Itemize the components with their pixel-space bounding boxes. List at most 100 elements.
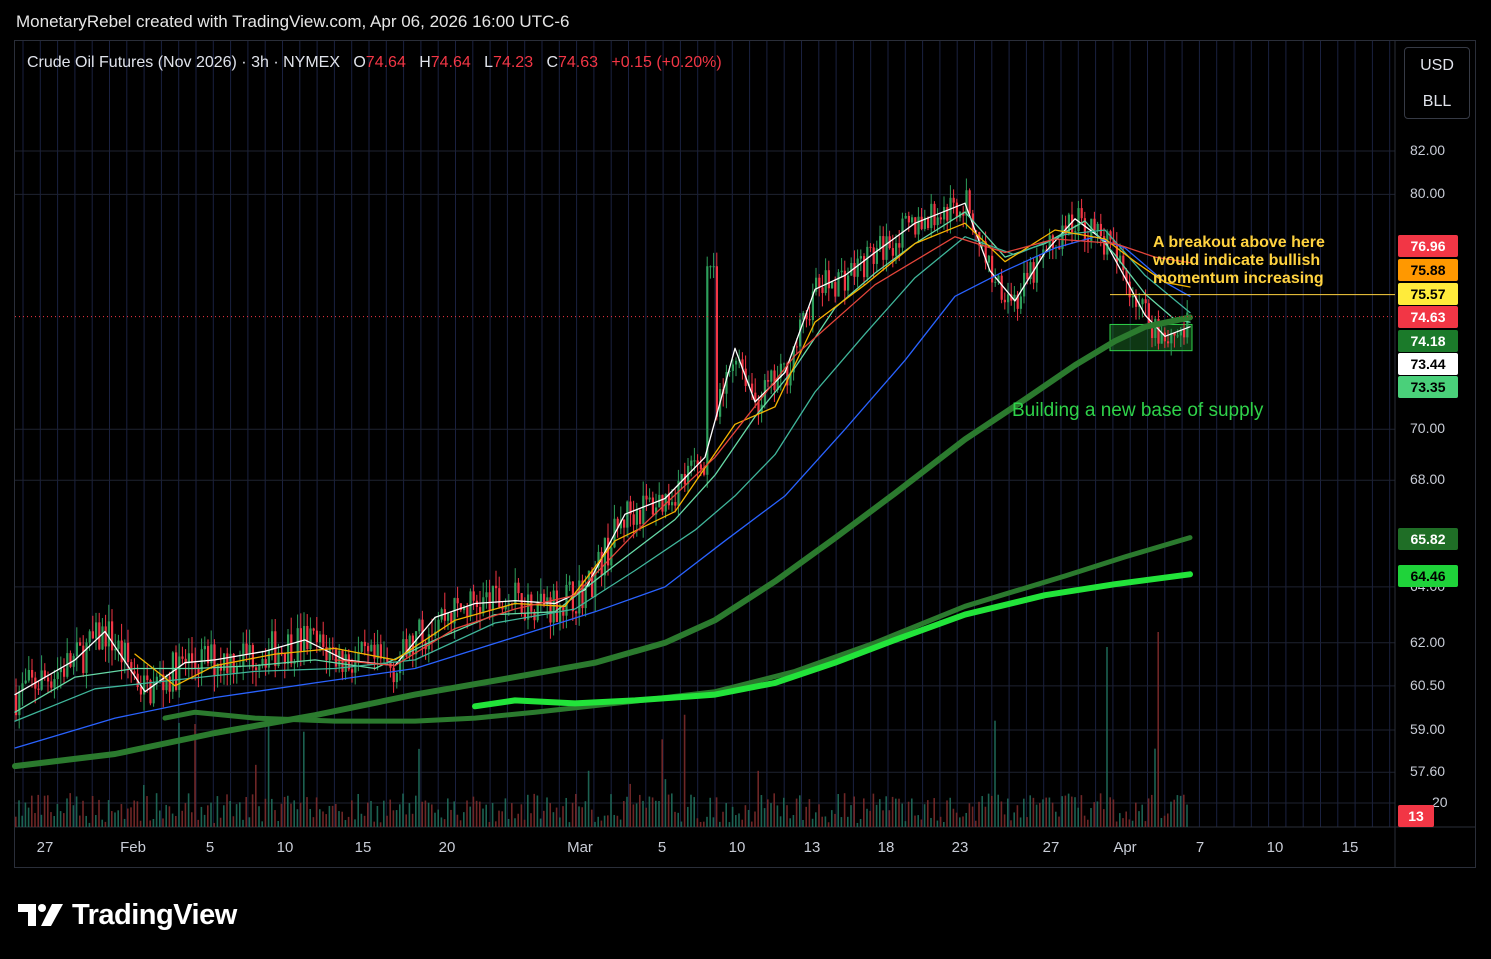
time-tick-label: 18	[877, 839, 895, 856]
price-tick-label: 60.50	[1410, 676, 1446, 693]
volume-bar	[1144, 821, 1147, 827]
volume-bar	[402, 793, 404, 827]
candle-body	[309, 628, 312, 650]
volume-bar	[479, 801, 481, 827]
volume-bar	[351, 800, 353, 827]
volume-bar	[773, 793, 775, 827]
volume-bar	[895, 798, 897, 827]
volume-bar	[482, 808, 484, 827]
volume-bar	[139, 820, 142, 827]
volume-bar	[175, 815, 177, 827]
close-value: 74.63	[558, 54, 599, 71]
volume-bar	[1135, 802, 1137, 827]
volume-bar	[674, 811, 676, 827]
volume-bar	[1173, 799, 1175, 827]
volume-bar	[821, 816, 823, 827]
volume-bar	[552, 812, 555, 827]
candle-body	[488, 592, 491, 611]
volume-bar	[111, 811, 113, 827]
currency-label[interactable]: USD	[1405, 48, 1469, 84]
candle-body	[927, 217, 930, 229]
volume-bar	[875, 804, 878, 827]
candle-body	[95, 622, 98, 639]
chart-plot[interactable]	[0, 0, 1491, 959]
unit-label[interactable]: BLL	[1405, 84, 1469, 120]
volume-bar	[555, 807, 558, 827]
volume-bar	[440, 817, 443, 827]
volume-bar	[264, 798, 267, 827]
volume-bar	[261, 821, 263, 827]
volume-bar	[98, 799, 100, 827]
volume-bar	[904, 821, 907, 827]
candle-body	[895, 243, 898, 256]
volume-bar	[306, 797, 308, 827]
tradingview-logo[interactable]: TradingView	[18, 898, 237, 932]
volume-bar	[1119, 813, 1121, 827]
volume-bar	[959, 817, 961, 827]
price-tag: 74.63	[1398, 306, 1458, 328]
volume-bar	[1147, 798, 1150, 827]
volume-bar	[469, 806, 471, 827]
volume-bar	[456, 814, 459, 827]
volume-bar	[799, 795, 801, 827]
candle-body	[879, 236, 882, 249]
currency-unit-selector[interactable]: USD BLL	[1404, 47, 1470, 119]
candle-body	[1007, 294, 1010, 303]
volume-bar	[210, 802, 212, 827]
candle-body	[869, 246, 872, 248]
volume-bar	[56, 803, 59, 827]
volume-bar	[277, 821, 279, 827]
moving-average-line	[14, 211, 1191, 713]
candle-body	[635, 509, 638, 525]
candle-body	[296, 628, 299, 662]
volume-bar	[898, 798, 900, 827]
volume-bar	[1109, 797, 1111, 827]
candle-body	[827, 270, 830, 289]
volume-bar	[808, 799, 811, 827]
volume-bar	[815, 812, 817, 827]
candle-body	[88, 631, 91, 643]
volume-bar	[968, 803, 971, 827]
volume-bar	[504, 798, 507, 827]
volume-bar	[370, 800, 372, 827]
volume-bar	[299, 802, 302, 827]
volume-bar	[1013, 812, 1015, 827]
candle-body	[520, 593, 523, 613]
volume-bar	[450, 809, 452, 827]
volume-bar	[501, 811, 503, 827]
volume-bar	[613, 814, 615, 827]
volume-bar	[1170, 801, 1172, 827]
volume-bar	[101, 819, 103, 827]
volume-bar	[1023, 798, 1025, 827]
candle-body	[344, 654, 347, 672]
volume-bar	[1141, 804, 1143, 827]
volume-bar	[459, 820, 462, 827]
volume-bar	[1112, 799, 1115, 827]
volume-bar	[114, 812, 116, 827]
volume-bar	[162, 818, 164, 827]
candle-body	[731, 364, 734, 371]
candle-body	[456, 598, 459, 604]
symbol-title[interactable]: Crude Oil Futures (Nov 2026) · 3h · NYME…	[27, 54, 340, 72]
volume-bar	[1157, 632, 1159, 827]
volume-bar	[837, 794, 839, 827]
volume-bar	[191, 812, 193, 827]
volume-bar	[267, 725, 270, 827]
candle-body	[898, 243, 901, 248]
volume-bar	[472, 796, 475, 827]
volume-bar	[1125, 811, 1127, 827]
volume-bar	[91, 795, 94, 827]
volume-bar	[495, 821, 497, 827]
volume-bar	[1115, 821, 1118, 827]
volume-bar	[770, 803, 772, 827]
candle-body	[392, 667, 395, 683]
candle-body	[715, 266, 718, 417]
volume-bar	[117, 810, 119, 827]
candle-body	[914, 217, 917, 235]
volume-bar	[559, 817, 561, 827]
volume-bar	[1176, 795, 1179, 827]
candle-body	[415, 631, 418, 655]
volume-bar	[965, 812, 967, 827]
volume-bar	[104, 821, 107, 827]
volume-bar	[533, 793, 535, 827]
